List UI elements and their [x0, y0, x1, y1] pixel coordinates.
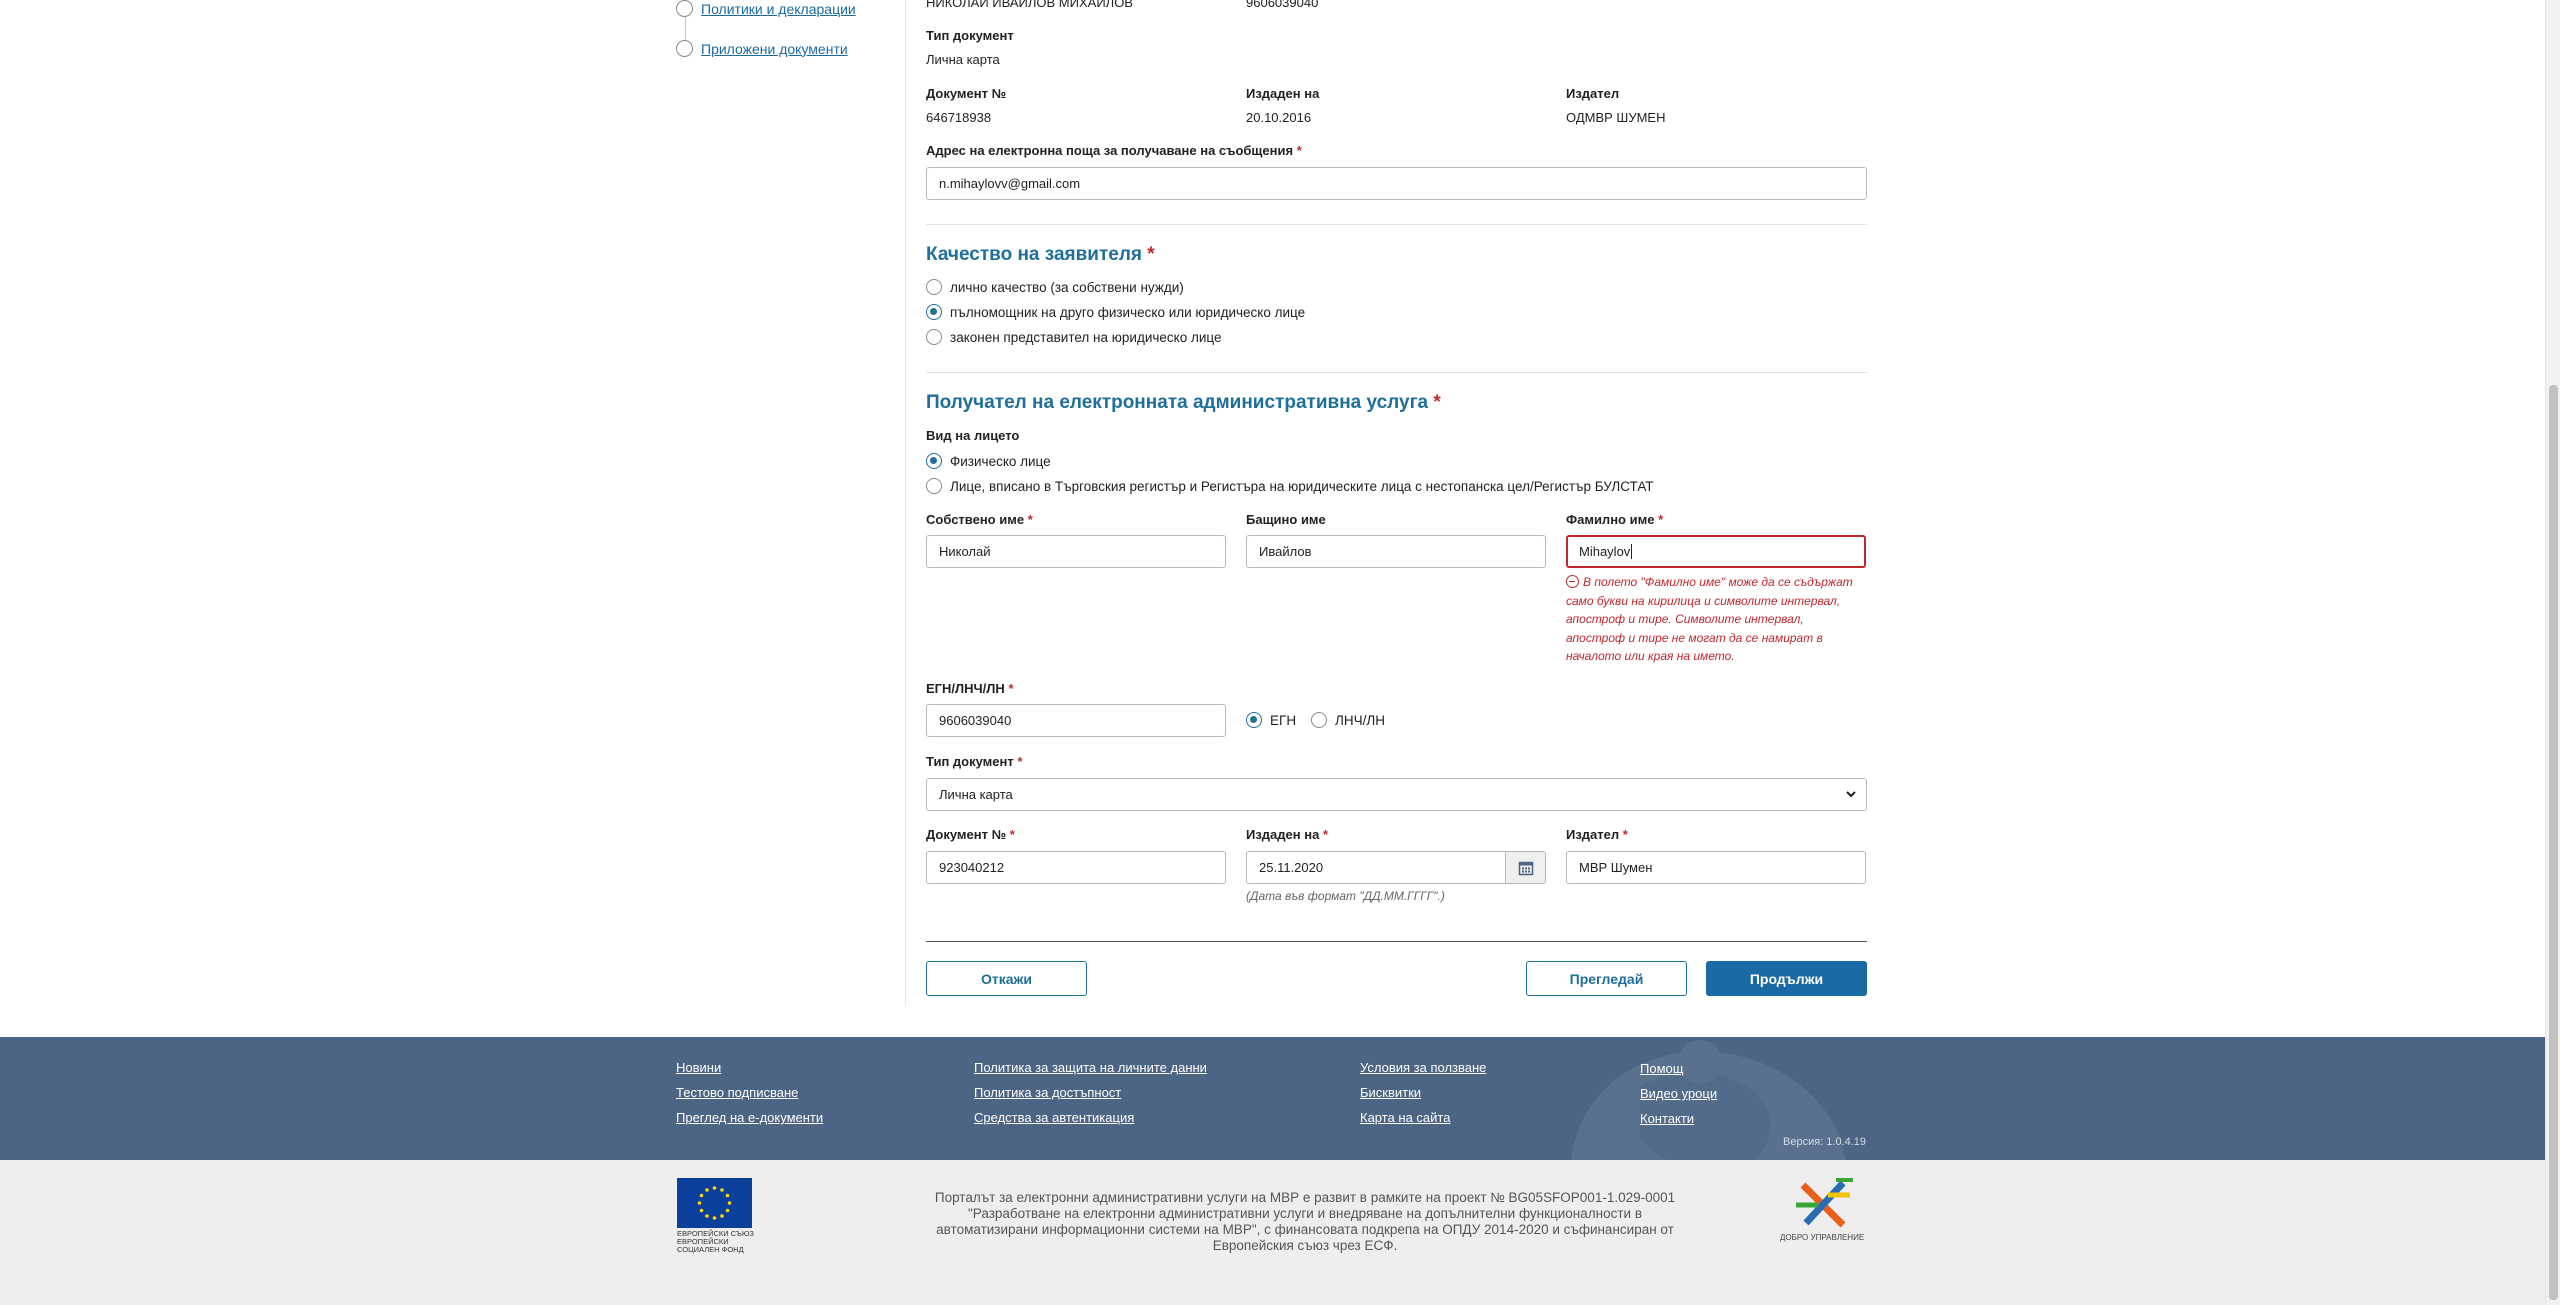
- radio-selected-icon[interactable]: [926, 453, 942, 469]
- applicant-doc-type-value: Лична карта: [926, 52, 1000, 67]
- radio-icon[interactable]: [926, 478, 942, 494]
- recipient-heading: Получател на електронната административн…: [926, 392, 1441, 413]
- issued-label: Издаден на *: [1246, 827, 1329, 842]
- footer-link-contacts[interactable]: Контакти: [1640, 1111, 1694, 1126]
- applicant-issued-label: Издаден на: [1246, 86, 1320, 101]
- divider: [926, 941, 1867, 942]
- footer-link-test-sign[interactable]: Тестово подписване: [676, 1085, 798, 1100]
- good-governance-caption: ДОБРО УПРАВЛЕНИЕ: [1780, 1233, 1865, 1242]
- scrollbar-thumb[interactable]: [2549, 385, 2558, 1300]
- error-icon: [1566, 575, 1579, 588]
- step-link-policies[interactable]: Политики и декларации: [701, 1, 856, 17]
- radio-selected-icon[interactable]: [1246, 712, 1262, 728]
- doc-no-field[interactable]: 923040212: [926, 851, 1226, 884]
- review-button[interactable]: Прегледай: [1526, 961, 1687, 996]
- calendar-button[interactable]: [1506, 851, 1546, 884]
- step-circle-icon: [676, 0, 693, 17]
- chevron-down-icon: [1846, 791, 1856, 798]
- radio-icon[interactable]: [926, 279, 942, 295]
- applicant-name: НИКОЛАЙ ИВАЙЛОВ МИХАЙЛОВ: [926, 0, 1133, 10]
- footer-link-view-docs[interactable]: Преглед на е-документи: [676, 1110, 823, 1125]
- step-policies[interactable]: Политики и декларации: [676, 0, 856, 17]
- quality-option-personal[interactable]: лично качество (за собствени нужди): [926, 279, 1184, 295]
- egn-label: ЕГН/ЛНЧ/ЛН *: [926, 681, 1014, 696]
- applicant-doc-type-label: Тип документ: [926, 28, 1014, 43]
- applicant-doc-no-value: 646718938: [926, 110, 992, 125]
- issuer-label: Издател *: [1566, 827, 1628, 842]
- footer-link-sitemap[interactable]: Карта на сайта: [1360, 1110, 1450, 1125]
- footer-link-cookies[interactable]: Бисквитки: [1360, 1085, 1421, 1100]
- version-text: Версия: 1.0.4.19: [1783, 1136, 1867, 1148]
- cancel-button[interactable]: Откажи: [926, 961, 1087, 996]
- continue-button[interactable]: Продължи: [1706, 961, 1867, 996]
- applicant-doc-no-label: Документ №: [926, 86, 1007, 101]
- applicant-issuer-value: ОДМВР ШУМЕН: [1566, 110, 1666, 125]
- quality-option-legal-rep[interactable]: законен представител на юридическо лице: [926, 329, 1221, 345]
- good-governance-logo: [1796, 1178, 1853, 1228]
- footer-link-news[interactable]: Новини: [676, 1060, 721, 1075]
- footer-link-privacy[interactable]: Политика за защита на личните данни: [974, 1060, 1207, 1075]
- vertical-separator: [905, 0, 906, 1005]
- eu-flag-logo: [677, 1178, 752, 1228]
- middle-name-field[interactable]: Ивайлов: [1246, 535, 1546, 568]
- email-field[interactable]: n.mihaylovv@gmail.com: [926, 167, 1867, 200]
- date-format-hint: (Дата във формат "ДД.ММ.ГГГГ".): [1246, 889, 1445, 903]
- footer-link-accessibility[interactable]: Политика за достъпност: [974, 1085, 1121, 1100]
- calendar-icon: [1518, 861, 1533, 875]
- footer-link-terms[interactable]: Условия за ползване: [1360, 1060, 1486, 1075]
- doc-type-select[interactable]: Лична карта: [926, 778, 1867, 811]
- applicant-id: 9606039040: [1246, 0, 1319, 10]
- issuer-field[interactable]: МВР Шумен: [1566, 851, 1866, 884]
- last-name-error: В полето "Фамилно име" може да се съдърж…: [1566, 575, 1853, 663]
- issued-date-field[interactable]: 25.11.2020: [1246, 851, 1506, 884]
- page: Политики и декларации Приложени документ…: [0, 0, 2545, 1037]
- footer-link-help[interactable]: Помощ: [1640, 1061, 1683, 1076]
- page-scrollbar[interactable]: [2545, 0, 2560, 1305]
- last-name-field[interactable]: Mihaylov: [1566, 535, 1866, 568]
- eu-caption: ЕВРОПЕЙСКИ СЪЮЗ ЕВРОПЕЙСКИ СОЦИАЛЕН ФОНД: [677, 1229, 754, 1254]
- doc-no-label: Документ № *: [926, 827, 1015, 842]
- step-link-attachments[interactable]: Приложени документи: [701, 41, 848, 57]
- radio-icon[interactable]: [926, 329, 942, 345]
- applicant-issuer-label: Издател: [1566, 86, 1620, 101]
- email-label: Адрес на електронна поща за получаване н…: [926, 143, 1302, 158]
- doc-type-label: Тип документ *: [926, 754, 1023, 769]
- radio-icon[interactable]: [1311, 712, 1327, 728]
- first-name-label: Собствено име *: [926, 512, 1033, 527]
- radio-selected-icon[interactable]: [926, 304, 942, 320]
- applicant-issued-value: 20.10.2016: [1246, 110, 1312, 125]
- quality-option-proxy[interactable]: пълномощник на друго физическо или юриди…: [926, 304, 1305, 320]
- egn-field[interactable]: 9606039040: [926, 704, 1226, 737]
- middle-name-label: Бащино име: [1246, 512, 1326, 527]
- person-type-individual[interactable]: Физическо лице: [926, 453, 1051, 469]
- footer-link-auth[interactable]: Средства за автентикация: [974, 1110, 1134, 1125]
- project-text: Порталът за електронни административни у…: [934, 1190, 1676, 1253]
- footer-funding: ЕВРОПЕЙСКИ СЪЮЗ ЕВРОПЕЙСКИ СОЦИАЛЕН ФОНД…: [0, 1160, 2545, 1305]
- egn-type-egn[interactable]: ЕГН: [1246, 712, 1296, 728]
- person-type-label: Вид на лицето: [926, 428, 1020, 443]
- step-attachments[interactable]: Приложени документи: [676, 40, 848, 57]
- footer-links: Новини Тестово подписване Преглед на е-д…: [0, 1037, 2545, 1160]
- egn-type-lnch[interactable]: ЛНЧ/ЛН: [1311, 712, 1385, 728]
- step-circle-icon: [676, 40, 693, 57]
- divider: [926, 372, 1867, 373]
- quality-heading: Качество на заявителя *: [926, 244, 1155, 265]
- person-type-legal[interactable]: Лице, вписано в Търговския регистър и Ре…: [926, 478, 1654, 494]
- footer-link-video[interactable]: Видео уроци: [1640, 1086, 1717, 1101]
- first-name-field[interactable]: Николай: [926, 535, 1226, 568]
- last-name-label: Фамилно име *: [1566, 512, 1664, 527]
- divider: [926, 224, 1867, 225]
